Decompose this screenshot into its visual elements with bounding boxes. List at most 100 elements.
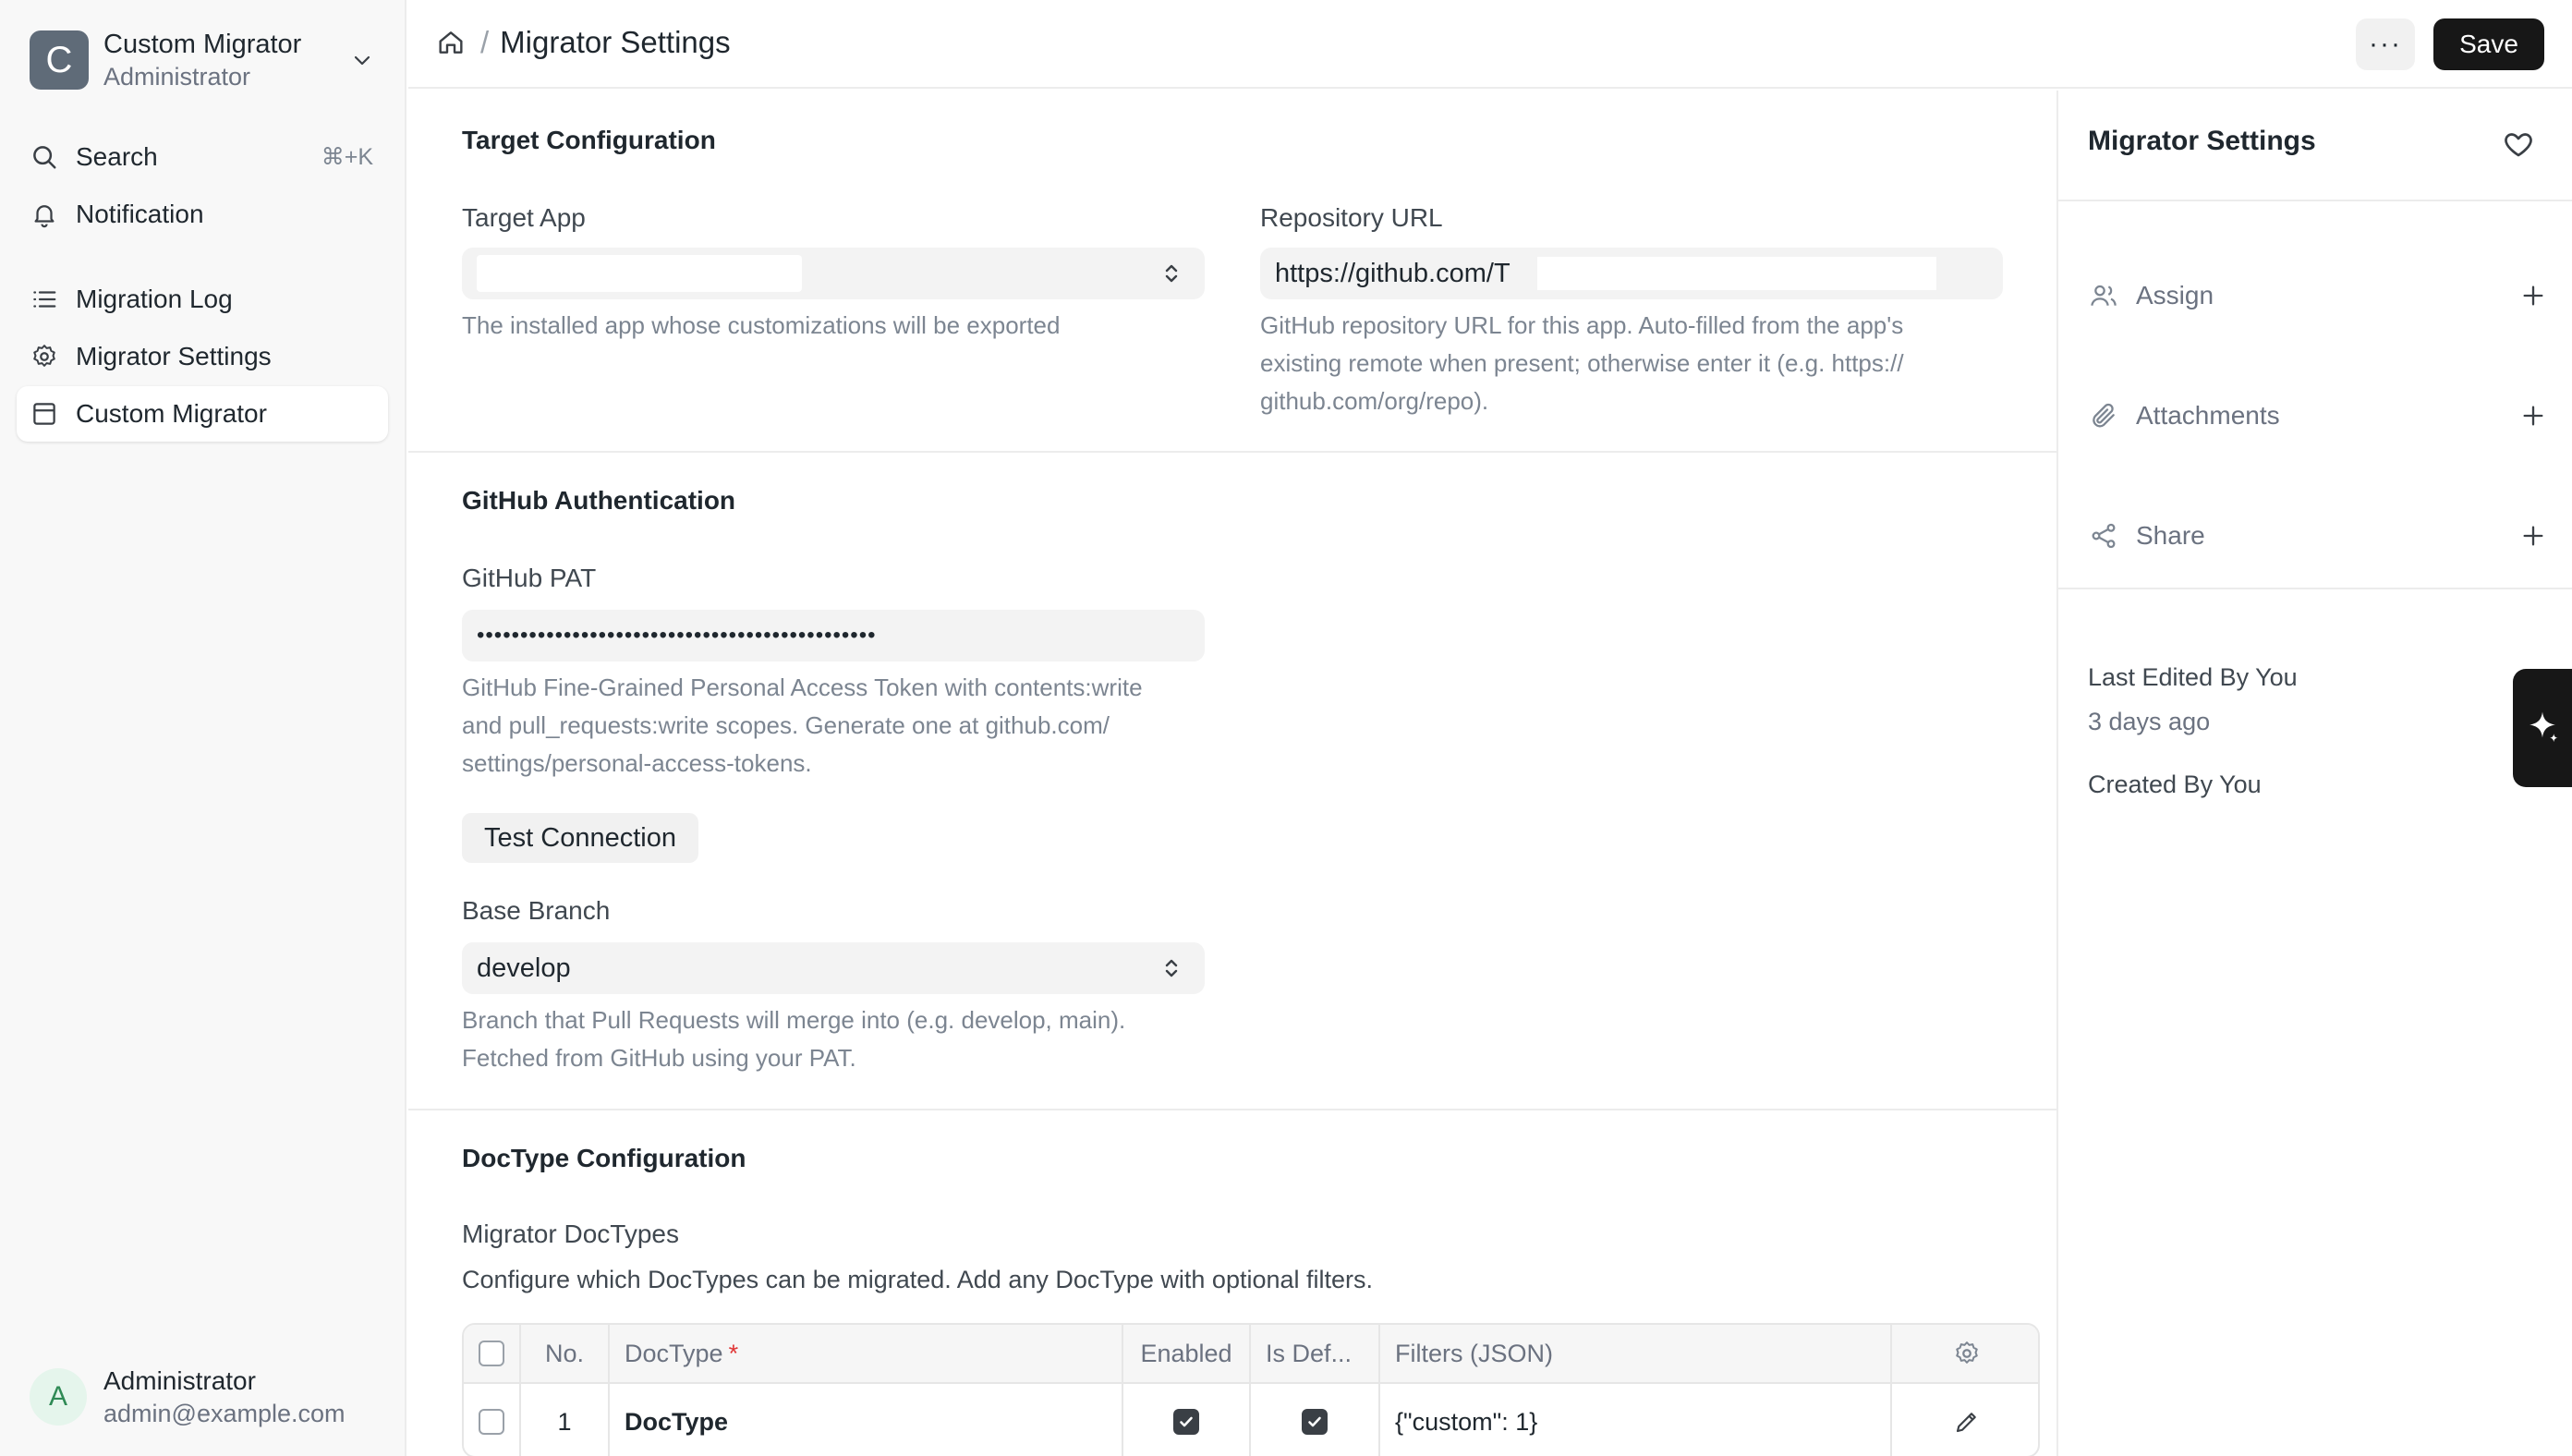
redacted-value <box>477 255 802 292</box>
help-line: GitHub repository URL for this app. Auto… <box>1260 311 1904 339</box>
doc-title: Migrator Settings <box>2088 126 2316 156</box>
test-connection-button[interactable]: Test Connection <box>462 813 698 863</box>
ai-assistant-button[interactable] <box>2513 669 2572 787</box>
last-edited-time: 3 days ago <box>2088 708 2211 735</box>
col-filters: Filters (JSON) <box>1380 1325 1892 1382</box>
target-app-select[interactable] <box>462 248 1205 299</box>
sidebar-notification[interactable]: Notification <box>17 187 388 242</box>
plus-icon[interactable] <box>2517 279 2550 312</box>
migrator-doctypes-help: Configure which DocTypes can be migrated… <box>462 1266 1374 1293</box>
created-by: Created By You <box>2088 770 2262 798</box>
check-icon <box>1308 1416 1321 1427</box>
app-logo: C <box>30 30 89 90</box>
home-icon[interactable] <box>432 24 469 61</box>
attachments-label: Attachments <box>2136 401 2280 430</box>
target-app-help: The installed app whose customizations w… <box>462 311 1061 339</box>
heart-icon[interactable] <box>2502 127 2539 164</box>
assign-row[interactable]: Assign <box>2088 273 2550 318</box>
col-enabled: Enabled <box>1123 1325 1251 1382</box>
doctypes-table: No. DocType * Enabled Is Def... Filters … <box>462 1323 2040 1456</box>
breadcrumb: / Migrator Settings <box>432 24 731 61</box>
gear-icon <box>1953 1340 1981 1367</box>
github-pat-label: GitHub PAT <box>462 564 597 592</box>
row-checkbox[interactable] <box>479 1409 504 1435</box>
share-label: Share <box>2136 521 2205 550</box>
form-main: Target Configuration Target App The inst… <box>408 91 2056 1456</box>
divider <box>2058 588 2572 589</box>
divider <box>2058 200 2572 201</box>
required-mark: * <box>728 1339 739 1367</box>
user-info: Administrator admin@example.com <box>103 1365 346 1429</box>
help-line: and pull_requests:write scopes. Generate… <box>462 711 1110 739</box>
is-default-checkbox[interactable] <box>1302 1409 1328 1435</box>
select-all-checkbox[interactable] <box>479 1341 504 1366</box>
col-is-default: Is Def... <box>1251 1325 1380 1382</box>
base-branch-label: Base Branch <box>462 896 611 925</box>
github-pat-help: GitHub Fine-Grained Personal Access Toke… <box>462 669 1143 783</box>
help-line: settings/personal-access-tokens. <box>462 749 812 777</box>
app-name: Custom Migrator <box>103 30 302 59</box>
avatar: A <box>30 1368 87 1426</box>
row-edit-cell[interactable] <box>1892 1384 2038 1456</box>
sidebar-search[interactable]: Search ⌘+K <box>17 129 388 185</box>
breadcrumb-separator: / <box>480 25 490 59</box>
section-target-configuration: Target Configuration Target App The inst… <box>408 91 2056 453</box>
repo-url-field[interactable]: https://github.com/T <box>1260 248 2003 299</box>
help-line: Branch that Pull Requests will merge int… <box>462 1006 1126 1034</box>
section-title: DocType Configuration <box>462 1144 746 1172</box>
chevron-down-icon <box>344 42 381 79</box>
search-label: Search <box>76 142 158 171</box>
github-pat-field[interactable]: ••••••••••••••••••••••••••••••••••••••••… <box>462 610 1205 661</box>
share-row[interactable]: Share <box>2088 514 2550 558</box>
sidebar-item-migrator-settings[interactable]: Migrator Settings <box>17 329 388 384</box>
user-menu[interactable]: A Administrator admin@example.com <box>30 1360 390 1434</box>
list-icon <box>28 283 61 316</box>
select-all-cell <box>464 1325 521 1382</box>
select-arrows-icon <box>1162 955 1181 981</box>
sidebar-right: Migrator Settings Assign Attachments Sha… <box>2056 91 2572 1456</box>
col-doctype-label: DocType <box>625 1339 723 1367</box>
app-switcher[interactable]: C Custom Migrator Administrator <box>30 28 381 92</box>
column-settings[interactable] <box>1892 1325 2038 1382</box>
page-header: / Migrator Settings ··· Save <box>408 0 2572 89</box>
app-role: Administrator <box>103 63 251 91</box>
help-line: GitHub Fine-Grained Personal Access Toke… <box>462 673 1143 701</box>
pencil-icon <box>1953 1408 1981 1436</box>
check-icon <box>1180 1416 1193 1427</box>
plus-icon[interactable] <box>2517 399 2550 432</box>
redacted-value <box>1537 257 1936 290</box>
help-line: Fetched from GitHub using your PAT. <box>462 1044 856 1072</box>
base-branch-help: Branch that Pull Requests will merge int… <box>462 1001 1125 1077</box>
share-icon <box>2088 520 2119 552</box>
table-row[interactable]: 1 DocType {"custom": 1} <box>464 1384 2038 1456</box>
notification-label: Notification <box>76 200 204 228</box>
gear-icon <box>28 340 61 373</box>
attachments-row[interactable]: Attachments <box>2088 394 2550 438</box>
app-info: Custom Migrator Administrator <box>103 28 344 92</box>
repo-url-help: GitHub repository URL for this app. Auto… <box>1260 307 1904 420</box>
sidebar: C Custom Migrator Administrator Search ⌘… <box>0 0 406 1456</box>
base-branch-select[interactable]: develop <box>462 942 1205 994</box>
col-no: No. <box>521 1325 610 1382</box>
sidebar-item-migration-log[interactable]: Migration Log <box>17 272 388 327</box>
sidebar-item-label: Custom Migrator <box>76 399 267 428</box>
table-header: No. DocType * Enabled Is Def... Filters … <box>464 1325 2038 1384</box>
migrator-doctypes-label: Migrator DocTypes <box>462 1219 679 1248</box>
enabled-checkbox[interactable] <box>1173 1409 1199 1435</box>
row-filters[interactable]: {"custom": 1} <box>1380 1384 1892 1456</box>
base-branch-value: develop <box>477 952 571 983</box>
help-line: github.com/org/repo). <box>1260 387 1489 415</box>
sidebar-item-custom-migrator[interactable]: Custom Migrator <box>17 386 388 442</box>
save-button[interactable]: Save <box>2433 18 2544 70</box>
row-doctype[interactable]: DocType <box>610 1384 1123 1456</box>
row-no: 1 <box>521 1384 610 1456</box>
plus-icon[interactable] <box>2517 519 2550 552</box>
row-default-cell <box>1251 1384 1380 1456</box>
more-actions-button[interactable]: ··· <box>2356 18 2415 70</box>
users-icon <box>2088 280 2119 311</box>
sidebar-item-label: Migration Log <box>76 285 233 313</box>
last-edited: Last Edited By You <box>2088 663 2298 691</box>
paperclip-icon <box>2088 400 2119 431</box>
sparkle-icon <box>2523 709 2562 747</box>
assign-label: Assign <box>2136 281 2214 309</box>
